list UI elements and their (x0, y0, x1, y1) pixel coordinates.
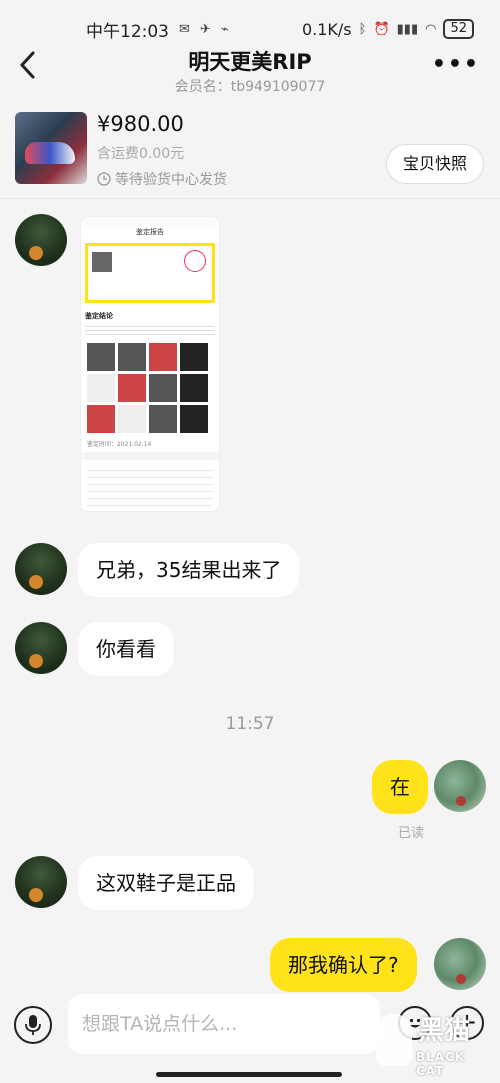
member-id: 会员名：tb949109077 (174, 79, 326, 95)
avatar[interactable] (15, 543, 67, 595)
image-message[interactable]: 鉴定报告 鉴定结论 鉴定时间：2021.02.14 (80, 216, 220, 512)
chat-timestamp: 11:57 (225, 714, 275, 734)
message-bubble[interactable]: 那我确认了? (270, 938, 417, 992)
snapshot-button[interactable]: 宝贝快照 (385, 144, 484, 184)
message-input[interactable] (68, 994, 380, 1054)
notification-icon: ✉ (179, 21, 190, 37)
message-bubble[interactable]: 兄弟，35结果出来了 (78, 543, 300, 597)
read-receipt: 已读 (398, 826, 425, 841)
avatar[interactable] (15, 214, 67, 266)
report-stamp (184, 250, 206, 272)
more-dots-icon: ••• (431, 52, 480, 77)
message-bubble[interactable]: 这双鞋子是正品 (78, 856, 254, 910)
report-footer (87, 464, 213, 511)
black-cat-logo-icon (376, 1014, 412, 1066)
notification-icon: ⌁ (220, 21, 229, 37)
avatar[interactable] (434, 938, 486, 990)
avatar[interactable] (15, 856, 67, 908)
report-photo-grid (87, 343, 213, 433)
notification-icon: ✈ (199, 21, 211, 37)
signal-icon: ▮▮▮ (396, 21, 419, 37)
status-time: 中午12:03 (86, 21, 169, 42)
clock-icon (97, 172, 111, 186)
alarm-icon: ⏰ (373, 21, 390, 37)
product-price: ¥980.00 (97, 112, 184, 136)
voice-button[interactable] (14, 1006, 52, 1044)
shipping-fee: 含运费0.00元 (97, 146, 185, 162)
microphone-icon (25, 1015, 41, 1035)
battery-indicator: 52 (443, 19, 474, 39)
bluetooth-icon: ᛒ (358, 21, 367, 37)
report-date: 鉴定时间：2021.02.14 (87, 441, 152, 448)
report-section-title: 鉴定结论 (85, 312, 113, 320)
more-button[interactable]: ••• (432, 52, 480, 77)
chat-header: 明天更美RIP 会员名：tb949109077 ••• (0, 42, 500, 100)
product-card[interactable]: ¥980.00 含运费0.00元 等待验货中心发货 宝贝快照 (0, 108, 500, 196)
divider (0, 198, 500, 199)
home-indicator (156, 1072, 342, 1077)
watermark-text: 黑猫 (418, 1016, 471, 1046)
watermark-subtext: BLACK CAT (416, 1050, 466, 1078)
report-header: 鉴定报告 (136, 228, 164, 236)
page-title: 明天更美RIP (188, 50, 312, 74)
product-thumbnail[interactable] (15, 112, 87, 184)
report-status-bar (81, 217, 219, 225)
avatar[interactable] (434, 760, 486, 812)
wifi-icon: ◠ (425, 21, 437, 37)
avatar[interactable] (15, 622, 67, 674)
report-highlight-box (85, 243, 215, 303)
message-bubble[interactable]: 在 (372, 760, 428, 814)
report-product-image (92, 252, 112, 272)
message-bubble[interactable]: 你看看 (78, 622, 174, 676)
network-speed: 0.1K/s (301, 19, 352, 39)
product-info: ¥980.00 含运费0.00元 等待验货中心发货 (97, 108, 227, 189)
watermark: 黑猫 BLACK CAT (376, 1010, 492, 1080)
report-text (85, 323, 215, 337)
order-status: 等待验货中心发货 (97, 169, 227, 189)
order-status-text: 等待验货中心发货 (115, 172, 227, 188)
